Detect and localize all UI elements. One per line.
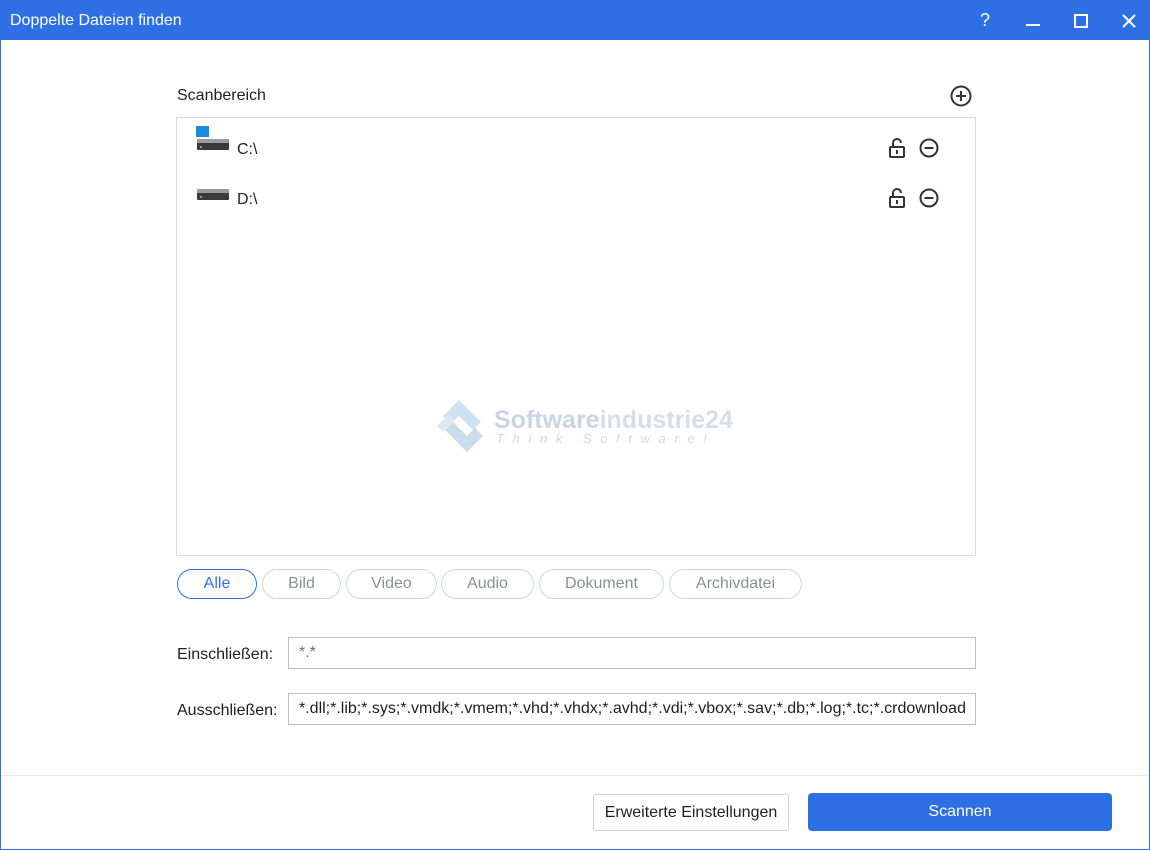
system-drive-icon [196,126,229,150]
scan-area-list: C:\ D:\ Softwareindustrie24 Think Softwa… [176,117,976,556]
filter-tab-alle[interactable]: Alle [177,569,257,599]
watermark-tagline: Think Software! [496,431,716,446]
filter-tab-video[interactable]: Video [346,569,437,599]
unlocked-icon[interactable] [887,187,907,209]
exclude-input[interactable] [288,693,976,725]
include-label: Einschließen: [177,646,274,663]
drive-icon [197,189,229,200]
unlocked-icon[interactable] [887,137,907,159]
filter-tab-audio[interactable]: Audio [441,569,534,599]
drive-row-d[interactable]: D:\ [177,176,975,220]
drive-label: C:\ [237,141,258,158]
minus-circle-icon[interactable] [918,137,940,159]
window-title: Doppelte Dateien finden [10,12,182,29]
maximize-icon [1074,13,1088,28]
minus-circle-icon[interactable] [918,187,940,209]
help-button[interactable]: ? [961,1,1009,40]
minimize-button[interactable] [1009,1,1057,40]
close-button[interactable] [1105,1,1150,40]
plus-circle-icon[interactable] [949,84,973,108]
exclude-label: Ausschließen: [177,702,278,719]
scan-button[interactable]: Scannen [808,793,1112,831]
filter-tab-bild[interactable]: Bild [262,569,341,599]
advanced-settings-button[interactable]: Erweiterte Einstellungen [593,794,789,831]
filter-tab-dokument[interactable]: Dokument [539,569,664,599]
watermark: Softwareindustrie24 Think Software! [435,398,735,454]
filter-tab-archivdatei[interactable]: Archivdatei [669,569,802,599]
maximize-button[interactable] [1057,1,1105,40]
drive-label: D:\ [237,191,258,208]
footer-divider [1,775,1149,776]
close-icon [1122,13,1136,28]
duplicate-finder-window: Doppelte Dateien finden ? Scanbereich C:… [0,0,1150,850]
scan-area-label: Scanbereich [177,87,266,104]
help-icon: ? [979,10,990,30]
include-input[interactable] [288,637,976,669]
title-bar: Doppelte Dateien finden ? [1,1,1149,40]
drive-row-c[interactable]: C:\ [177,126,975,170]
watermark-name-part1: Software [494,406,600,434]
minimize-icon [1026,23,1040,26]
watermark-name-part2: industrie24 [599,406,733,434]
watermark-logo-icon [437,400,483,452]
